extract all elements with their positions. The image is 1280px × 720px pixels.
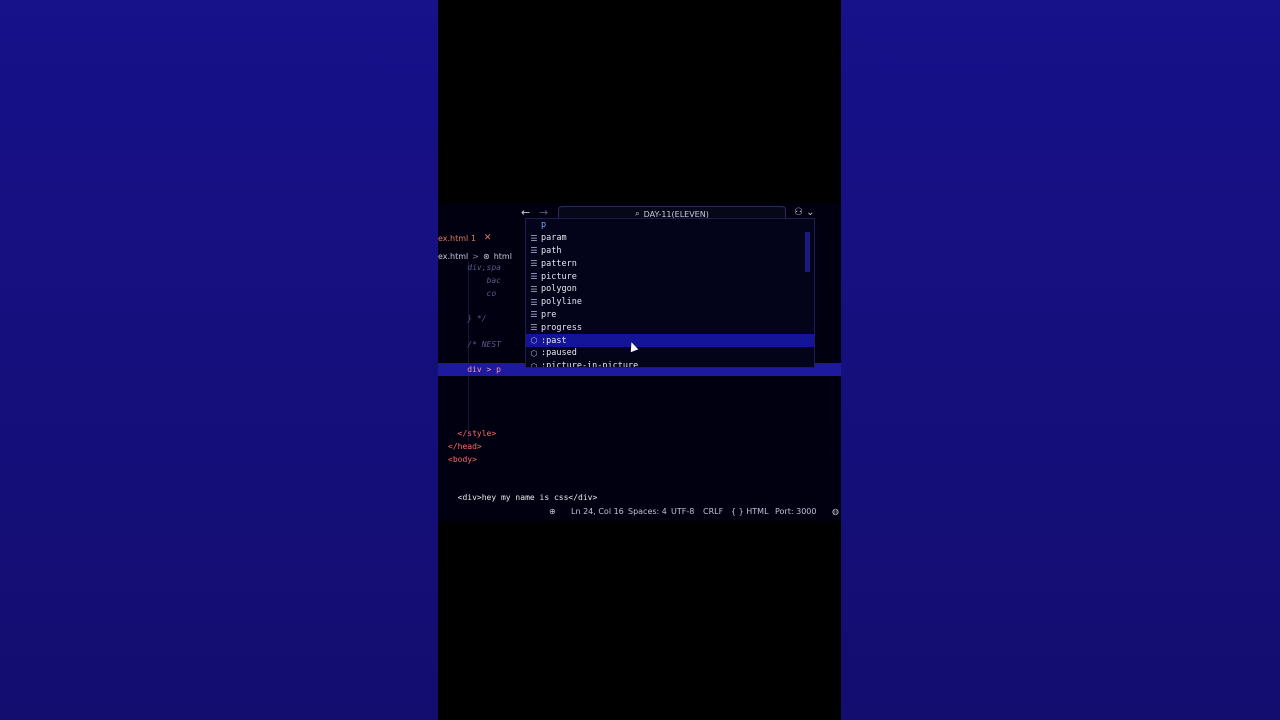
code-line[interactable]: [438, 479, 841, 492]
suggest-item-label: :paused: [541, 348, 577, 359]
suggest-item-label: pre: [541, 309, 557, 320]
breadcrumb-file[interactable]: ex.html: [438, 252, 468, 261]
code-text: /* NEST: [448, 339, 501, 349]
copilot-icon[interactable]: ⚇ ⌄: [794, 207, 815, 218]
code-line[interactable]: </head>: [438, 440, 841, 453]
code-line[interactable]: [438, 415, 841, 428]
suggest-item[interactable]: ☰ polyline: [526, 296, 814, 309]
element-icon: ☰: [530, 272, 538, 282]
tab-label: ex.html 1: [438, 233, 476, 243]
code-line[interactable]: [438, 402, 841, 415]
element-icon: ⊛: [482, 251, 490, 261]
suggest-item[interactable]: ☰ path: [526, 245, 814, 258]
suggest-item-label: :picture-in-picture: [541, 361, 639, 368]
suggest-item-label: polygon: [541, 284, 577, 295]
property-icon: ⬡: [530, 361, 538, 368]
suggest-item-label: :past: [541, 335, 567, 346]
code-text: <div>hey my name is css</div>: [448, 493, 598, 503]
element-icon: ☰: [530, 284, 538, 294]
suggest-item[interactable]: ☰ picture: [526, 270, 814, 283]
editor-tab[interactable]: ex.html 1 ✕: [438, 231, 491, 245]
element-icon: ☰: [530, 233, 538, 243]
autocomplete-suggest-widget[interactable]: p ☰ param ☰ path ☰ pattern ☰ picture ☰ polygon ☰ pol…: [525, 218, 815, 368]
broadcast-icon[interactable]: ◍: [832, 507, 839, 516]
zoom-icon[interactable]: ⊕: [549, 507, 556, 516]
suggest-item[interactable]: ☰ param: [526, 232, 814, 245]
status-eol[interactable]: CRLF: [703, 507, 723, 516]
suggest-item-label: path: [541, 245, 562, 256]
suggest-item-label: pattern: [541, 258, 577, 269]
suggest-item[interactable]: ☰ pattern: [526, 257, 814, 270]
breadcrumb-html[interactable]: html: [494, 252, 512, 261]
suggest-item[interactable]: ☰ polygon: [526, 283, 814, 296]
suggest-item[interactable]: ☰ pre: [526, 309, 814, 322]
code-editor-window: ← → ⌕ DAY-11(ELEVEN) ⚇ ⌄ ex.html 1 ✕ ex.…: [438, 203, 841, 521]
property-icon: ⬡: [530, 336, 538, 346]
code-line[interactable]: </style>: [438, 427, 841, 440]
status-port[interactable]: Port: 3000: [775, 507, 816, 516]
code-line[interactable]: [438, 389, 841, 402]
suggest-item-label: progress: [541, 322, 582, 333]
status-bar: ⊕ Ln 24, Col 16 Spaces: 4 UTF-8 CRLF { }…: [438, 503, 841, 519]
element-icon: ☰: [530, 310, 538, 320]
code-text: div > p: [448, 365, 501, 375]
element-icon: ☰: [530, 246, 538, 256]
suggest-item-label: param: [541, 233, 567, 244]
code-line[interactable]: [438, 466, 841, 479]
element-icon: ☰: [530, 297, 538, 307]
code-text: } */: [448, 314, 487, 324]
status-language[interactable]: { } HTML: [731, 507, 769, 516]
chevron-right-icon: >: [472, 251, 479, 261]
element-icon: ☰: [530, 323, 538, 333]
close-icon[interactable]: ✕: [484, 233, 492, 243]
suggest-item[interactable]: ⬡:paused: [526, 347, 814, 360]
suggest-item-label: picture: [541, 271, 577, 282]
suggest-item-label: p: [541, 220, 547, 231]
property-icon: ⬡: [530, 348, 538, 358]
code-text: </style>: [448, 429, 497, 439]
element-icon: ☰: [530, 259, 538, 269]
suggest-item[interactable]: ⬡:past: [526, 334, 814, 347]
code-text: co: [448, 288, 497, 298]
code-line[interactable]: [438, 376, 841, 389]
code-line[interactable]: <body>: [438, 453, 841, 466]
code-text: bac: [448, 275, 501, 285]
background-left: [0, 0, 438, 720]
code-text: div,spa: [448, 263, 501, 272]
code-text: </head>: [448, 442, 482, 452]
status-cursor-position[interactable]: Ln 24, Col 16: [571, 507, 624, 516]
suggest-item[interactable]: ☰ progress: [526, 321, 814, 334]
code-text: <body>: [448, 455, 477, 464]
suggest-item[interactable]: ⬡:picture-in-picture: [526, 360, 814, 368]
background-right: [841, 0, 1280, 720]
suggest-item[interactable]: p: [526, 219, 814, 232]
video-frame: ← → ⌕ DAY-11(ELEVEN) ⚇ ⌄ ex.html 1 ✕ ex.…: [438, 0, 841, 720]
suggest-item-label: polyline: [541, 297, 582, 308]
status-encoding[interactable]: UTF-8: [671, 507, 694, 516]
status-indentation[interactable]: Spaces: 4: [628, 507, 667, 516]
